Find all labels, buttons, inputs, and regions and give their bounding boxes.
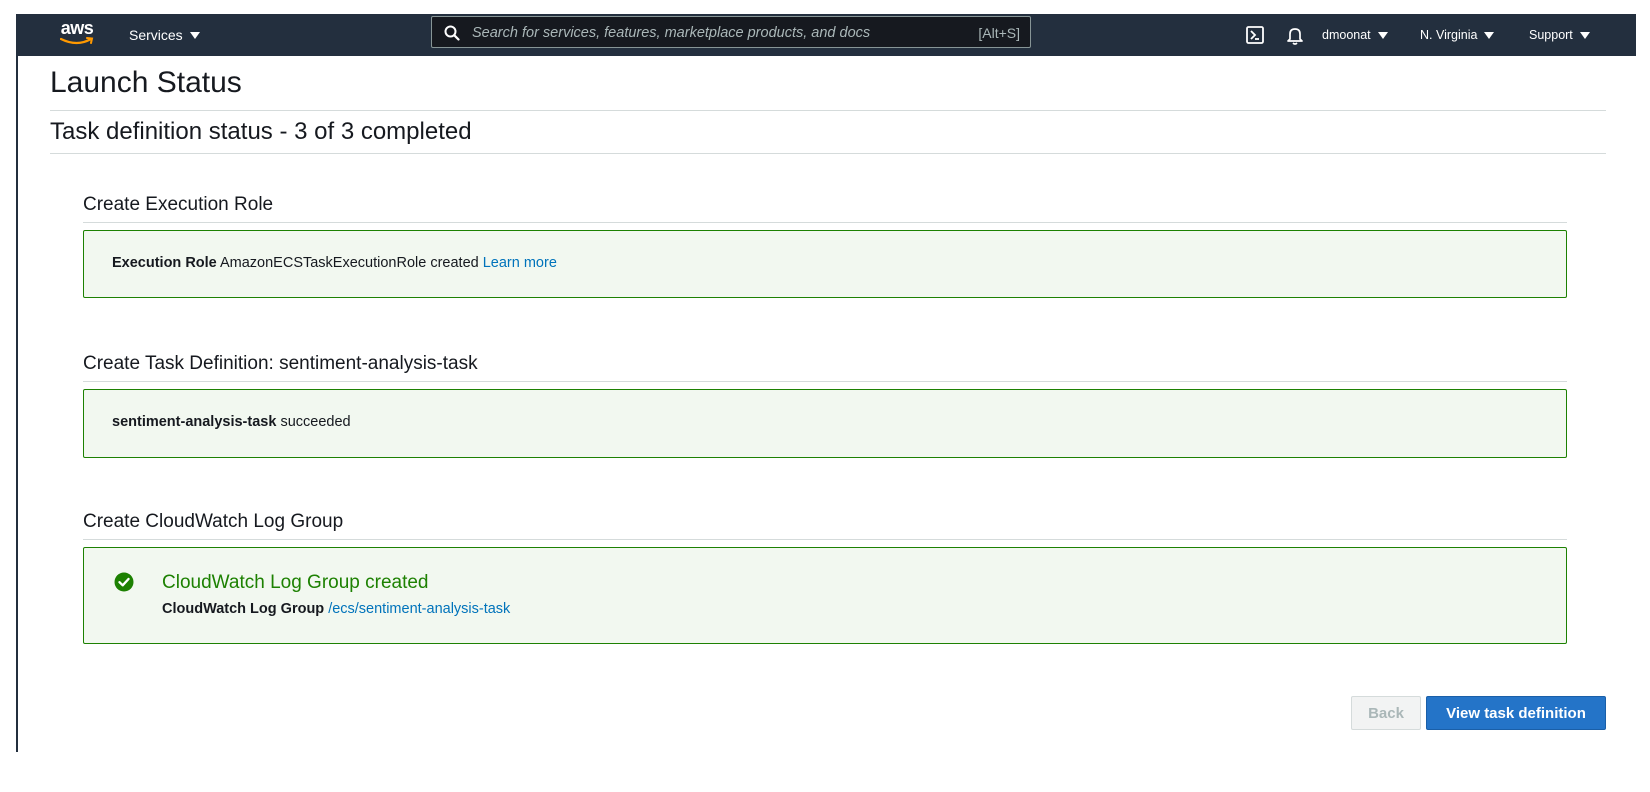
section-title-execution-role: Create Execution Role xyxy=(83,194,274,215)
support-label: Support xyxy=(1529,28,1573,42)
caret-down-icon xyxy=(189,31,200,39)
cloudwatch-status-panel: CloudWatch Log Group created CloudWatch … xyxy=(83,547,1567,644)
aws-smile-icon xyxy=(60,37,94,45)
search-shortcut-hint: [Alt+S] xyxy=(978,25,1020,41)
section-divider xyxy=(83,381,1567,382)
aws-logo-text: aws xyxy=(60,18,94,38)
region-label: N. Virginia xyxy=(1420,28,1478,42)
browser-frame: aws Services [Alt+S] xyxy=(16,14,1636,752)
task-definition-status-panel: sentiment-analysis-task succeeded xyxy=(83,389,1567,458)
support-menu[interactable]: Support xyxy=(1529,14,1590,56)
task-definition-label: sentiment-analysis-task xyxy=(112,414,277,430)
region-menu[interactable]: N. Virginia xyxy=(1420,14,1495,56)
check-circle-icon xyxy=(114,572,134,592)
execution-role-status-text: AmazonECSTaskExecutionRole created xyxy=(219,255,479,271)
view-task-definition-button[interactable]: View task definition xyxy=(1426,696,1606,730)
top-navigation-bar: aws Services [Alt+S] xyxy=(18,14,1636,56)
subtitle-divider xyxy=(50,153,1606,154)
services-label: Services xyxy=(129,27,183,43)
section-divider xyxy=(83,539,1567,540)
caret-down-icon xyxy=(1484,31,1495,39)
user-menu[interactable]: dmoonat xyxy=(1322,14,1388,56)
search-icon xyxy=(444,25,460,41)
caret-down-icon xyxy=(1579,31,1590,39)
cloudwatch-success-title: CloudWatch Log Group created xyxy=(162,572,429,593)
section-title-cloudwatch: Create CloudWatch Log Group xyxy=(83,511,344,532)
back-button[interactable]: Back xyxy=(1351,696,1421,730)
section-title-task-definition: Create Task Definition: sentiment-analys… xyxy=(83,353,478,374)
user-label: dmoonat xyxy=(1322,28,1371,42)
cloudwatch-status-line: CloudWatch Log Group /ecs/sentiment-anal… xyxy=(162,601,510,617)
services-menu[interactable]: Services xyxy=(129,14,200,56)
search-input[interactable] xyxy=(470,17,954,49)
log-group-link[interactable]: /ecs/sentiment-analysis-task xyxy=(328,601,510,617)
caret-down-icon xyxy=(1377,31,1388,39)
task-definition-status-heading: Task definition status - 3 of 3 complete… xyxy=(50,118,472,145)
execution-role-status-panel: Execution Role AmazonECSTaskExecutionRol… xyxy=(83,230,1567,298)
cloudwatch-log-group-label: CloudWatch Log Group xyxy=(162,601,325,617)
search-box[interactable]: [Alt+S] xyxy=(431,16,1031,49)
bell-icon[interactable] xyxy=(1284,24,1306,46)
page-title: Launch Status xyxy=(50,66,242,99)
title-divider xyxy=(50,110,1606,111)
task-definition-status-text: succeeded xyxy=(280,414,351,430)
learn-more-link[interactable]: Learn more xyxy=(483,255,557,271)
execution-role-label: Execution Role xyxy=(112,255,217,271)
aws-logo[interactable]: aws xyxy=(58,19,96,49)
task-definition-status-line: sentiment-analysis-task succeeded xyxy=(112,414,351,430)
cloudshell-icon[interactable] xyxy=(1244,24,1266,46)
execution-role-status-line: Execution Role AmazonECSTaskExecutionRol… xyxy=(112,255,557,271)
section-divider xyxy=(83,222,1567,223)
